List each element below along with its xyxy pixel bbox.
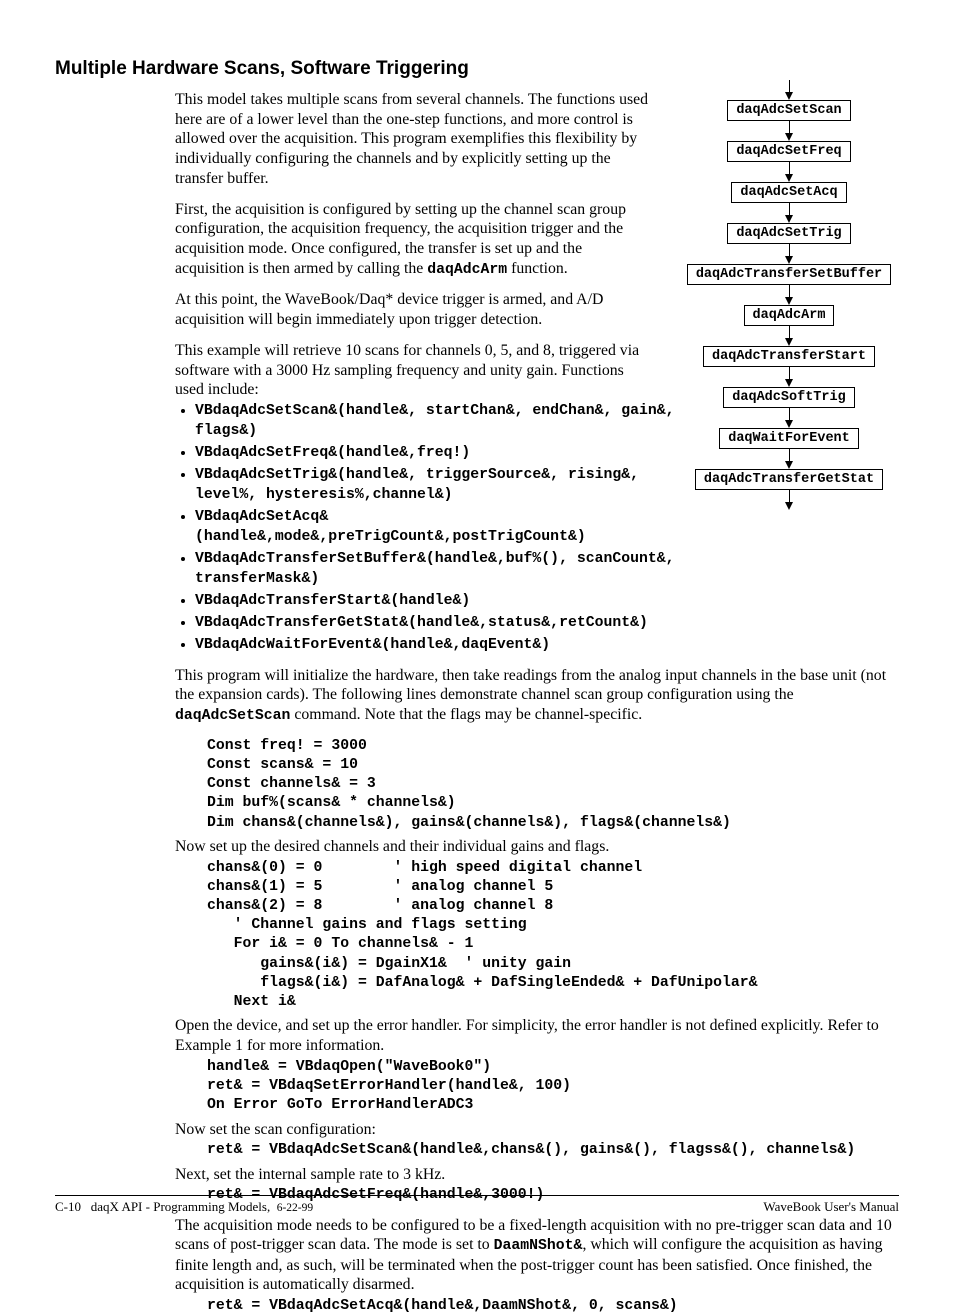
flowchart: daqAdcSetScan daqAdcSetFreq daqAdcSetAcq… xyxy=(678,80,900,510)
function-item: VBdaqAdcTransferGetStat&(handle&,status&… xyxy=(195,614,899,634)
footer-title: daqX API - Programming Models, xyxy=(91,1199,270,1214)
flow-step: daqAdcSetTrig xyxy=(727,223,850,244)
text: This program will initialize the hardwar… xyxy=(175,667,886,704)
function-item: VBdaqAdcTransferStart&(handle&) xyxy=(195,592,899,612)
flow-arrow xyxy=(785,326,793,346)
flow-arrow xyxy=(785,490,793,510)
flow-step: daqAdcSetFreq xyxy=(727,141,850,162)
footer-date: 6-22-99 xyxy=(277,1202,313,1214)
text: command. Note that the flags may be chan… xyxy=(290,706,642,723)
flow-step: daqAdcTransferStart xyxy=(703,346,875,367)
footer-right: WaveBook User's Manual xyxy=(763,1199,899,1215)
flow-arrow xyxy=(785,367,793,387)
paragraph-example: This example will retrieve 10 scans for … xyxy=(175,341,655,400)
flow-step: daqAdcTransferGetStat xyxy=(695,469,883,490)
function-item: VBdaqAdcTransferSetBuffer&(handle&,buf%(… xyxy=(195,550,899,590)
flow-arrow xyxy=(785,121,793,141)
code-constants: Const freq! = 3000 Const scans& = 10 Con… xyxy=(207,737,899,833)
footer-left: C-10 daqX API - Programming Models, 6-22… xyxy=(55,1199,313,1215)
page-number: C-10 xyxy=(55,1199,81,1214)
flow-step: daqAdcSetScan xyxy=(727,100,850,121)
paragraph-rate: Next, set the internal sample rate to 3 … xyxy=(175,1165,899,1185)
paragraph-mode: The acquisition mode needs to be configu… xyxy=(175,1216,899,1296)
paragraph-intro: This model takes multiple scans from sev… xyxy=(175,90,655,189)
inline-code: DaamNShot& xyxy=(494,1238,583,1254)
flow-arrow xyxy=(785,80,793,100)
flow-step: daqAdcSetAcq xyxy=(731,182,846,203)
section-heading: Multiple Hardware Scans, Software Trigge… xyxy=(55,58,899,80)
flow-arrow xyxy=(785,408,793,428)
paragraph-open: Open the device, and set up the error ha… xyxy=(175,1016,899,1055)
paragraph-channels: Now set up the desired channels and thei… xyxy=(175,837,899,857)
flow-arrow xyxy=(785,162,793,182)
flow-arrow xyxy=(785,203,793,223)
function-item: VBdaqAdcWaitForEvent&(handle&,daqEvent&) xyxy=(195,636,899,656)
code-open: handle& = VBdaqOpen("WaveBook0") ret& = … xyxy=(207,1058,899,1116)
flow-step: daqAdcTransferSetBuffer xyxy=(687,264,891,285)
function-item: VBdaqAdcSetAcq&(handle&,mode&,preTrigCou… xyxy=(195,508,899,548)
flow-step: daqAdcArm xyxy=(744,305,835,326)
flow-arrow xyxy=(785,285,793,305)
paragraph-init: This program will initialize the hardwar… xyxy=(175,666,899,726)
paragraph-armed: At this point, the WaveBook/Daq* device … xyxy=(175,290,655,329)
flow-step: daqAdcSoftTrig xyxy=(723,387,854,408)
flow-arrow xyxy=(785,449,793,469)
code-mode: ret& = VBdaqAdcSetAcq&(handle&,DaamNShot… xyxy=(207,1297,899,1316)
flow-arrow xyxy=(785,244,793,264)
code-channels: chans&(0) = 0 ' high speed digital chann… xyxy=(207,859,899,1013)
text: function. xyxy=(507,260,568,277)
paragraph-scan: Now set the scan configuration: xyxy=(175,1120,899,1140)
page-footer: C-10 daqX API - Programming Models, 6-22… xyxy=(55,1195,899,1215)
flow-step: daqWaitForEvent xyxy=(719,428,859,449)
code-scan: ret& = VBdaqAdcSetScan&(handle&,chans&()… xyxy=(207,1141,899,1160)
inline-code: daqAdcSetScan xyxy=(175,708,290,724)
inline-code: daqAdcArm xyxy=(427,262,507,278)
paragraph-config: First, the acquisition is configured by … xyxy=(175,200,655,280)
